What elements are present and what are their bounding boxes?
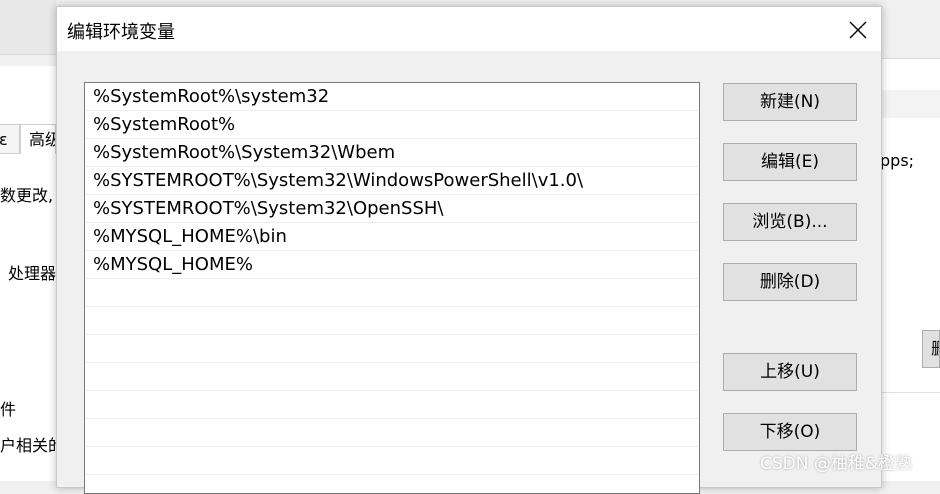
background-toolbar (0, 0, 56, 55)
edit-button[interactable]: 编辑(E) (723, 143, 857, 181)
dialog-title: 编辑环境变量 (67, 22, 175, 43)
list-item[interactable] (85, 279, 699, 307)
move-up-button[interactable]: 上移(U) (723, 353, 857, 391)
background-right-strip (880, 90, 940, 118)
edit-environment-variable-dialog: 编辑环境变量 %SystemRoot%\system32 %SystemRoot… (56, 6, 882, 494)
background-text: 处理器 (8, 264, 56, 283)
list-item[interactable]: %SystemRoot%\system32 (85, 83, 699, 111)
list-item[interactable]: %SystemRoot% (85, 111, 699, 139)
title-bar: 编辑环境变量 (57, 7, 881, 51)
close-icon (849, 21, 867, 39)
list-item[interactable]: %SYSTEMROOT%\System32\OpenSSH\ (85, 195, 699, 223)
list-item[interactable] (85, 335, 699, 363)
background-delete-button[interactable]: 删 (922, 330, 940, 368)
list-item[interactable] (85, 419, 699, 447)
list-item[interactable]: %MYSQL_HOME% (85, 251, 699, 279)
watermark: CSDN @柚稚&橙熟 (760, 454, 913, 474)
browse-button[interactable]: 浏览(B)... (723, 203, 857, 241)
delete-button[interactable]: 删除(D) (723, 263, 857, 301)
background-tab[interactable]: ɛ (0, 124, 20, 154)
background-text: 件 (0, 400, 17, 419)
background-text: 数更改, (0, 186, 54, 205)
list-item[interactable]: %SYSTEMROOT%\System32\WindowsPowerShell\… (85, 167, 699, 195)
list-item[interactable] (85, 363, 699, 391)
background-text: pps; (880, 151, 915, 170)
move-down-button[interactable]: 下移(O) (723, 413, 857, 451)
background-right-panel (880, 0, 940, 481)
list-item[interactable]: %SystemRoot%\System32\Wbem (85, 139, 699, 167)
close-button[interactable] (841, 15, 875, 45)
divider (880, 392, 940, 393)
background-tab-advanced[interactable]: 高级 (20, 124, 56, 154)
background-text: 户相关的 (0, 436, 56, 455)
new-button[interactable]: 新建(N) (723, 83, 857, 121)
list-item[interactable]: %MYSQL_HOME%\bin (85, 223, 699, 251)
list-item[interactable] (85, 307, 699, 335)
list-item[interactable] (85, 391, 699, 419)
path-entries-list[interactable]: %SystemRoot%\system32 %SystemRoot% %Syst… (84, 82, 700, 494)
background-right-header (880, 0, 940, 59)
list-item[interactable] (85, 447, 699, 475)
